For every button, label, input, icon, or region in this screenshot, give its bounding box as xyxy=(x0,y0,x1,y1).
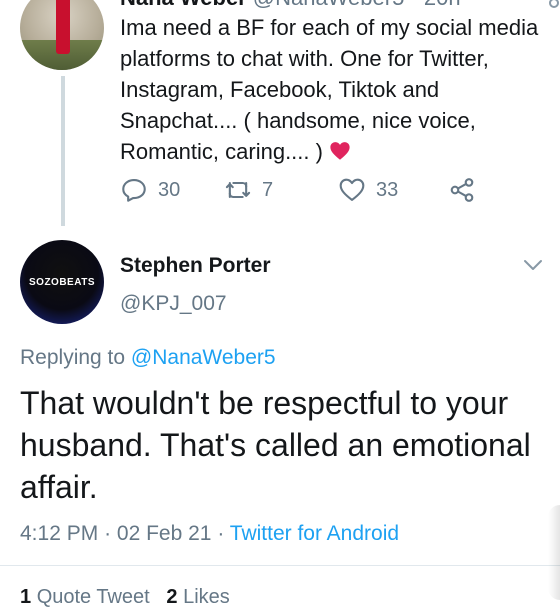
tweet-source-link[interactable]: Twitter for Android xyxy=(230,522,399,545)
author-avatar[interactable]: SOZOBEATS xyxy=(20,240,104,324)
meta-separator: · xyxy=(217,522,225,545)
thread-connector-line xyxy=(61,76,65,226)
parent-time-ago: · 20h xyxy=(410,0,460,10)
edge-shadow xyxy=(548,505,560,600)
reply-count: 30 xyxy=(158,178,181,201)
share-icon xyxy=(450,178,474,202)
chevron-down-icon[interactable] xyxy=(522,256,544,274)
author-handle[interactable]: @KPJ_007 xyxy=(120,292,227,316)
replying-prefix: Replying to xyxy=(20,346,126,369)
parent-tweet-text: Ima need a BF for each of my social medi… xyxy=(120,12,550,167)
share-button[interactable] xyxy=(448,176,486,204)
retweet-icon xyxy=(225,181,251,199)
retweet-count: 7 xyxy=(262,178,274,201)
reply-icon xyxy=(122,179,146,202)
like-button[interactable]: 33 xyxy=(338,176,398,204)
meta-separator: · xyxy=(104,522,112,545)
likes-count: 2 xyxy=(166,586,178,608)
replying-to-mention[interactable]: @NanaWeber5 xyxy=(131,346,276,369)
avatar-figure-dress xyxy=(56,0,70,54)
retweet-button[interactable]: 7 xyxy=(224,176,273,204)
likes-stat[interactable]: 2 Likes xyxy=(166,586,229,608)
parent-tweet-header: Nana Weber @NanaWeber5 · 20h xyxy=(120,0,461,11)
replying-to: Replying to @NanaWeber5 xyxy=(20,346,276,370)
heart-outline-icon xyxy=(339,178,365,201)
likes-label: Likes xyxy=(183,586,230,608)
avatar-logo-text: SOZOBEATS xyxy=(29,276,95,288)
quote-tweets-stat[interactable]: 1 Quote Tweet xyxy=(20,586,150,608)
parent-more-icon[interactable] xyxy=(549,0,559,8)
tweet-meta: 4:12 PM · 02 Feb 21 · Twitter for Androi… xyxy=(20,522,399,546)
stats-divider xyxy=(0,565,560,566)
author-name[interactable]: Stephen Porter xyxy=(120,254,271,278)
parent-avatar[interactable] xyxy=(20,0,104,70)
tweet-date: 02 Feb 21 xyxy=(116,522,212,545)
red-heart-icon xyxy=(330,142,350,160)
quote-label: Quote Tweet xyxy=(36,586,150,608)
tweet-time: 4:12 PM xyxy=(20,522,99,545)
parent-action-bar: 30 7 33 xyxy=(120,176,500,212)
tweet-text: That wouldn't be respectful to your husb… xyxy=(20,385,531,505)
reply-button[interactable]: 30 xyxy=(120,176,180,204)
parent-author-handle[interactable]: @NanaWeber5 xyxy=(253,0,405,10)
quote-count: 1 xyxy=(20,586,32,608)
like-count: 33 xyxy=(376,178,399,201)
tweet-stats: 1 Quote Tweet 2 Likes xyxy=(20,586,230,609)
parent-author-name[interactable]: Nana Weber xyxy=(120,0,247,10)
